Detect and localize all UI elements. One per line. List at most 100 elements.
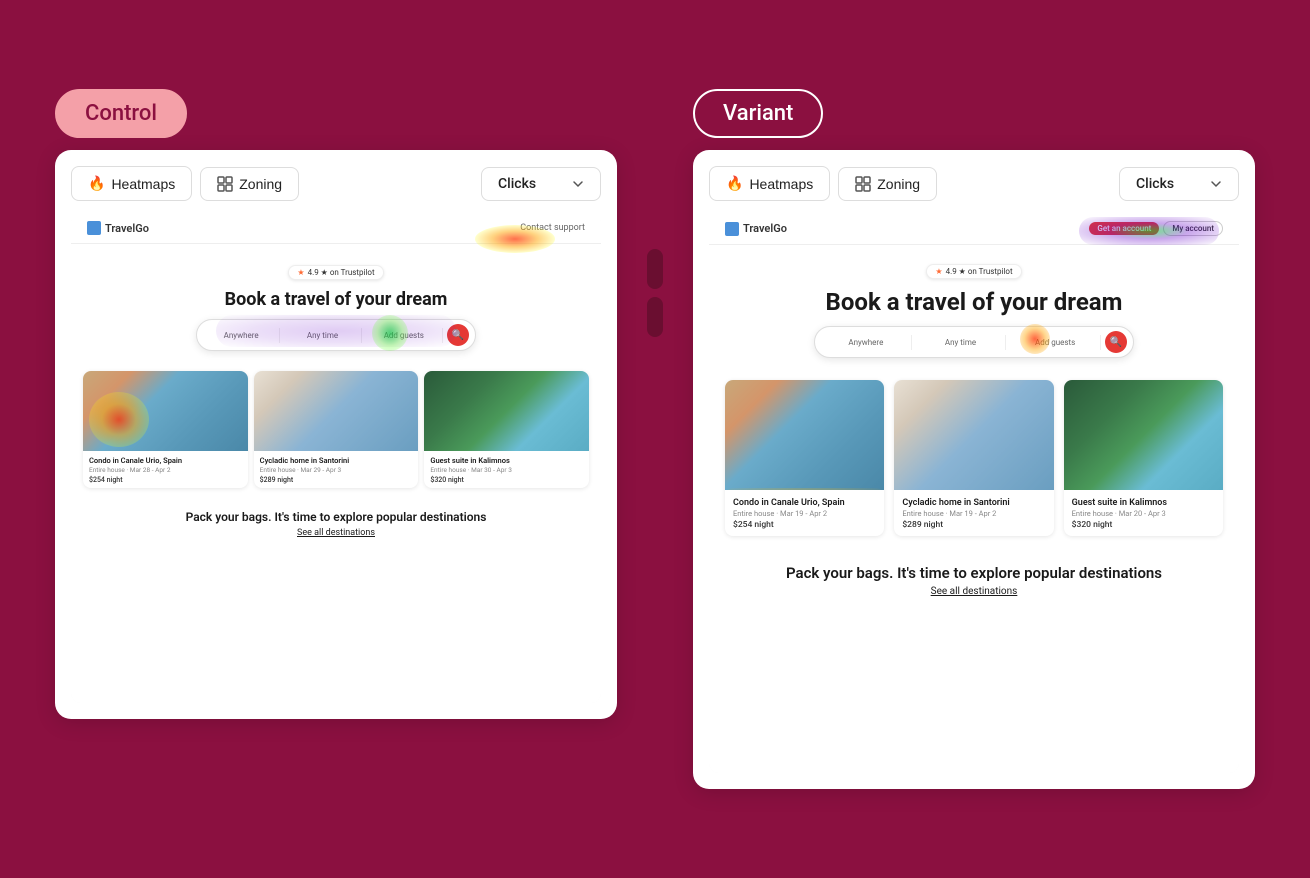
control-toolbar: 🔥 Heatmaps Zoning Clicks [71, 166, 601, 201]
control-card-1-price: $254 night [89, 476, 242, 484]
variant-zoning-button[interactable]: Zoning [838, 167, 937, 201]
control-card-3-info: Guest suite in Kalimnos Entire house · M… [424, 451, 589, 488]
variant-card-1-subtitle: Entire house · Mar 19 - Apr 2 [733, 509, 876, 518]
variant-mockup-nav: TravelGo Get an account My account [709, 213, 1239, 245]
control-card-1-info: Condo in Canale Urio, Spain Entire house… [83, 451, 248, 488]
control-heatmaps-label: Heatmaps [111, 176, 175, 192]
variant-footer-title: Pack your bags. It's time to explore pop… [729, 564, 1219, 582]
variant-rating-badge: ★ 4.9 ★ on Trustpilot [926, 264, 1021, 279]
fire-icon: 🔥 [88, 175, 105, 192]
heat-variant-card1 [725, 488, 884, 490]
main-layout: Control 🔥 Heatmaps Zoning [55, 89, 1255, 789]
control-search-anywhere[interactable]: Anywhere [203, 328, 280, 343]
control-rating-badge: ★ 4.9 ★ on Trustpilot [288, 265, 383, 280]
control-search-bar[interactable]: Anywhere Any time Add guests 🔍 [196, 319, 476, 351]
control-preview-frame: TravelGo Contact support ★ 4.9 ★ on Trus… [71, 213, 601, 703]
variant-card-3-info: Guest suite in Kalimnos Entire house · M… [1064, 490, 1223, 536]
variant-footer-link[interactable]: See all destinations [729, 586, 1219, 597]
control-rating-text: 4.9 ★ on Trustpilot [308, 268, 375, 277]
control-footer: Pack your bags. It's time to explore pop… [71, 498, 601, 546]
variant-card-2[interactable]: Cycladic home in Santorini Entire house … [894, 380, 1053, 536]
variant-label: Variant [693, 89, 823, 138]
variant-preview-frame: TravelGo Get an account My account ★ [709, 213, 1239, 773]
variant-hero: ★ 4.9 ★ on Trustpilot Book a travel of y… [709, 245, 1239, 380]
control-logo-text: TravelGo [105, 222, 149, 235]
connector-top [647, 249, 663, 289]
variant-heatmaps-label: Heatmaps [749, 176, 813, 192]
control-card-3-price: $320 night [430, 476, 583, 484]
variant-card-3-image [1064, 380, 1223, 490]
control-cards: Condo in Canale Urio, Spain Entire house… [71, 371, 601, 498]
variant-search-anytime[interactable]: Any time [916, 335, 1007, 350]
control-hero-title: Book a travel of your dream [81, 288, 591, 311]
variant-card-1-info: Condo in Canale Urio, Spain Entire house… [725, 490, 884, 536]
variant-card-2-info: Cycladic home in Santorini Entire house … [894, 490, 1053, 536]
variant-card-3-subtitle: Entire house · Mar 20 - Apr 3 [1072, 509, 1215, 518]
control-footer-link[interactable]: See all destinations [91, 528, 581, 538]
variant-card-1[interactable]: Condo in Canale Urio, Spain Entire house… [725, 380, 884, 536]
control-nav-right: Contact support [520, 223, 585, 233]
control-search-guests[interactable]: Add guests [366, 328, 443, 343]
logo-icon [87, 221, 101, 235]
variant-logo-text: TravelGo [743, 222, 787, 235]
variant-logo: TravelGo [725, 222, 787, 236]
control-label: Control [55, 89, 187, 138]
control-card-3[interactable]: Guest suite in Kalimnos Entire house · M… [424, 371, 589, 488]
control-card-2-subtitle: Entire house · Mar 29 - Apr 3 [260, 466, 413, 474]
variant-card-1-price: $254 night [733, 520, 876, 530]
variant-rating-text: 4.9 ★ on Trustpilot [946, 267, 1013, 276]
control-zoning-button[interactable]: Zoning [200, 167, 299, 201]
variant-card-2-image [894, 380, 1053, 490]
variant-card-1-image [725, 380, 884, 490]
control-card-1-image [83, 371, 248, 451]
variant-card-3-title: Guest suite in Kalimnos [1072, 498, 1215, 508]
control-card-2-info: Cycladic home in Santorini Entire house … [254, 451, 419, 488]
connector-bottom [647, 297, 663, 337]
variant-card-2-title: Cycladic home in Santorini [902, 498, 1045, 508]
connector [647, 89, 663, 337]
chevron-down-icon [572, 178, 584, 190]
variant-search-button[interactable]: 🔍 [1105, 331, 1127, 353]
variant-card-2-subtitle: Entire house · Mar 19 - Apr 2 [902, 509, 1045, 518]
variant-toolbar: 🔥 Heatmaps Zoning Clicks [709, 166, 1239, 201]
control-card-2-price: $289 night [260, 476, 413, 484]
variant-grid-icon [855, 176, 871, 192]
variant-search-guests[interactable]: Add guests [1010, 335, 1101, 350]
control-card-1-title: Condo in Canale Urio, Spain [89, 456, 242, 465]
control-logo: TravelGo [87, 221, 149, 235]
control-heatmaps-button[interactable]: 🔥 Heatmaps [71, 166, 192, 201]
control-card-2[interactable]: Cycladic home in Santorini Entire house … [254, 371, 419, 488]
variant-logo-icon [725, 222, 739, 236]
rating-star: ★ [297, 268, 304, 277]
control-mockup: TravelGo Contact support ★ 4.9 ★ on Trus… [71, 213, 601, 703]
control-card-2-title: Cycladic home in Santorini [260, 456, 413, 465]
variant-search-bar[interactable]: Anywhere Any time Add guests 🔍 [814, 326, 1134, 358]
variant-clicks-dropdown[interactable]: Clicks [1119, 167, 1239, 201]
variant-nav-pills: Get an account My account [1089, 221, 1223, 236]
control-card-1[interactable]: Condo in Canale Urio, Spain Entire house… [83, 371, 248, 488]
variant-card-3[interactable]: Guest suite in Kalimnos Entire house · M… [1064, 380, 1223, 536]
control-panel: 🔥 Heatmaps Zoning Clicks [55, 150, 617, 719]
variant-mockup: TravelGo Get an account My account ★ [709, 213, 1239, 773]
variant-clicks-label: Clicks [1136, 176, 1174, 192]
control-contact-support: Contact support [520, 223, 585, 233]
control-clicks-label: Clicks [498, 176, 536, 192]
variant-get-account-pill[interactable]: Get an account [1089, 222, 1159, 235]
control-mockup-nav: TravelGo Contact support [71, 213, 601, 244]
variant-my-account-pill[interactable]: My account [1163, 221, 1223, 236]
control-card-3-title: Guest suite in Kalimnos [430, 456, 583, 465]
variant-panel-col: Variant 🔥 Heatmaps Zoning [693, 89, 1255, 789]
control-clicks-dropdown[interactable]: Clicks [481, 167, 601, 201]
variant-hero-title: Book a travel of your dream [719, 287, 1229, 318]
grid-icon [217, 176, 233, 192]
variant-search-anywhere[interactable]: Anywhere [821, 335, 912, 350]
variant-heatmaps-button[interactable]: 🔥 Heatmaps [709, 166, 830, 201]
control-card-1-subtitle: Entire house · Mar 28 - Apr 2 [89, 466, 242, 474]
control-hero: ★ 4.9 ★ on Trustpilot Book a travel of y… [71, 244, 601, 371]
control-search-anytime[interactable]: Any time [284, 328, 361, 343]
control-card-3-image [424, 371, 589, 451]
variant-rating-star: ★ [935, 267, 942, 276]
control-search-button[interactable]: 🔍 [447, 324, 469, 346]
variant-card-1-title: Condo in Canale Urio, Spain [733, 498, 876, 508]
variant-card-3-price: $320 night [1072, 520, 1215, 530]
